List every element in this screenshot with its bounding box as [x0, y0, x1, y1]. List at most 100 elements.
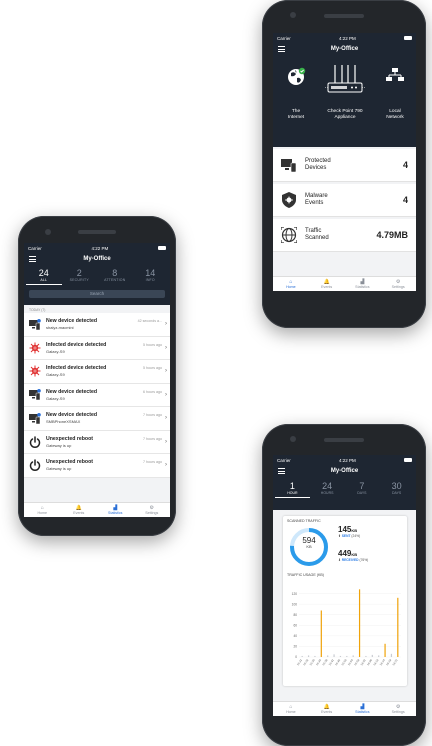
- power-icon: [29, 436, 41, 448]
- bar: [314, 655, 316, 657]
- nav-label: Settings: [391, 710, 405, 714]
- battery-icon: [404, 458, 412, 462]
- tab-label: HOURS: [320, 491, 334, 495]
- bar: [346, 655, 348, 657]
- chevron-right-icon: ›: [165, 415, 167, 422]
- nav-settings[interactable]: ⚙ Settings: [380, 279, 416, 289]
- event-row[interactable]: Infected device detected Galaxy-S9 5 hours…: [24, 336, 170, 360]
- tab-info[interactable]: 14 INFO: [133, 268, 169, 285]
- events-header: Carrier 4:22 PM My-Office 24 ALL 2 SECURITY…: [24, 243, 170, 305]
- hamburger-menu-icon[interactable]: [29, 256, 36, 264]
- hamburger-menu-icon[interactable]: [278, 46, 285, 54]
- x-tick-label: 16:22: [391, 658, 399, 666]
- tab-count: 1: [289, 481, 295, 491]
- speaker-grille: [324, 438, 364, 442]
- event-row[interactable]: New device detected shaiyz-macmini 42 seco…: [24, 313, 170, 337]
- tab-count: 14: [145, 268, 156, 278]
- events-screen: Carrier 4:22 PM My-Office 24 ALL 2 SECURITY…: [24, 243, 170, 517]
- tab-all[interactable]: 24 ALL: [26, 268, 62, 285]
- event-row[interactable]: New device detected Galaxy-S9 6 hours ago ›: [24, 383, 170, 407]
- clock: 4:22 PM: [339, 457, 356, 463]
- bar: [390, 653, 393, 657]
- nav-home[interactable]: ⌂ Home: [273, 704, 309, 714]
- event-row[interactable]: New device detected SMBPhoneXSMAX 7 hours …: [24, 407, 170, 431]
- sent-value: 145: [338, 525, 352, 534]
- nav-settings[interactable]: ⚙ Settings: [380, 704, 416, 714]
- nav-label: Settings: [145, 511, 159, 515]
- search-input[interactable]: Search: [29, 290, 165, 298]
- nav-label: Statistics: [355, 710, 370, 714]
- virus-icon: [29, 365, 41, 377]
- statistics-screen: Carrier 4:22 PM My-Office 1 HOUR 24 HOURS 7 D…: [273, 455, 416, 716]
- nav-label: Statistics: [355, 285, 370, 289]
- event-time: 5 hours ago: [143, 366, 162, 370]
- internet-label: The Internet: [287, 109, 305, 120]
- summary-label: Traffic Scanned: [305, 228, 329, 241]
- tab-label: INFO: [145, 278, 155, 282]
- page-title: My-Office: [330, 46, 359, 52]
- power-icon: [29, 459, 41, 472]
- phone-events: Carrier 4:22 PM My-Office 24 ALL 2 SECURITY…: [18, 216, 176, 536]
- chevron-right-icon: ›: [165, 368, 167, 375]
- tab-label: ATTENTION: [104, 278, 126, 282]
- tab-days[interactable]: 7 DAYS: [345, 481, 380, 498]
- devices-icon: [281, 157, 297, 173]
- received-label: RECEIVED: [341, 558, 359, 562]
- summary-card[interactable]: Malware Events 4: [273, 184, 416, 217]
- device-icon: [29, 412, 41, 424]
- tab-count: 24: [322, 481, 333, 491]
- event-text: Infected device detected Galaxy-S9: [46, 342, 141, 354]
- y-tick-label: 20: [293, 645, 297, 649]
- event-row[interactable]: Unexpected reboot Gateway is up 7 hours ag…: [24, 430, 170, 454]
- tab-label: HOUR: [287, 491, 298, 495]
- tab-hour[interactable]: 1 HOUR: [275, 481, 310, 498]
- event-text: New device detected shaiyz-macmini: [46, 318, 136, 330]
- nav-statistics[interactable]: ▟ Statistics: [345, 279, 381, 289]
- y-tick-label: 60: [293, 623, 297, 627]
- nav-statistics[interactable]: ▟ Statistics: [97, 505, 134, 515]
- nav-statistics[interactable]: ▟ Statistics: [345, 704, 381, 714]
- nav-home[interactable]: ⌂ Home: [24, 505, 61, 515]
- sent-stat: 145KB ⬆ SENT (24%): [338, 525, 360, 538]
- event-text: New device detected Galaxy-S9: [46, 389, 141, 401]
- tab-days[interactable]: 30 DAYS: [379, 481, 414, 498]
- home-screen: Carrier 4:22 PM My-Office The Internet C…: [273, 33, 416, 291]
- nav-home[interactable]: ⌂ Home: [273, 279, 309, 289]
- sent-label: SENT: [341, 534, 351, 538]
- nav-events[interactable]: 🔔 Events: [309, 279, 345, 289]
- event-time: 42 seconds a...: [137, 319, 162, 323]
- network-diagram: The Internet Check Point 790 Appliance L…: [273, 55, 416, 147]
- tab-hours[interactable]: 24 HOURS: [310, 481, 345, 498]
- event-row[interactable]: Infected device detected Galaxy-S9 5 hours…: [24, 360, 170, 384]
- event-subtitle: Gateway is up: [46, 466, 72, 472]
- event-subtitle: SMBPhoneXSMAX: [46, 419, 81, 425]
- summary-card[interactable]: Traffic Scanned 4.79MB: [273, 219, 416, 252]
- summary-value: 4.79MB: [376, 230, 408, 240]
- bar: [371, 654, 373, 657]
- received-percent: (76%): [359, 558, 369, 562]
- tab-count: 2: [76, 268, 82, 278]
- download-arrow-icon: ⬇: [338, 558, 341, 562]
- status-bar: Carrier 4:22 PM: [273, 33, 416, 43]
- tab-security[interactable]: 2 SECURITY: [62, 268, 98, 285]
- y-tick-label: 100: [292, 602, 298, 606]
- hamburger-menu-icon[interactable]: [278, 468, 285, 476]
- tab-label: DAYS: [391, 491, 402, 495]
- nav-events[interactable]: 🔔 Events: [61, 505, 98, 515]
- scanned-traffic-card: SCANNED TRAFFIC 594 KB 145KB ⬆ SENT (24%…: [283, 516, 407, 686]
- event-row[interactable]: Unexpected reboot Gateway is up 7 hours ag…: [24, 454, 170, 478]
- nav-events[interactable]: 🔔 Events: [309, 704, 345, 714]
- nav-settings[interactable]: ⚙ Settings: [134, 505, 171, 515]
- event-title: Unexpected reboot: [46, 459, 93, 466]
- event-time: 7 hours ago: [143, 436, 162, 441]
- carrier-label: Carrier: [277, 35, 291, 41]
- bar: [327, 655, 329, 657]
- title-bar: My-Office: [273, 465, 416, 477]
- summary-card[interactable]: Protected Devices 4: [273, 149, 416, 182]
- received-value: 449: [338, 549, 352, 558]
- tab-attention[interactable]: 8 ATTENTION: [97, 268, 133, 285]
- event-time: 5 hours ago: [143, 342, 162, 347]
- front-camera: [45, 229, 51, 235]
- bar: [352, 655, 354, 657]
- section-header: TODAY (7): [24, 305, 170, 313]
